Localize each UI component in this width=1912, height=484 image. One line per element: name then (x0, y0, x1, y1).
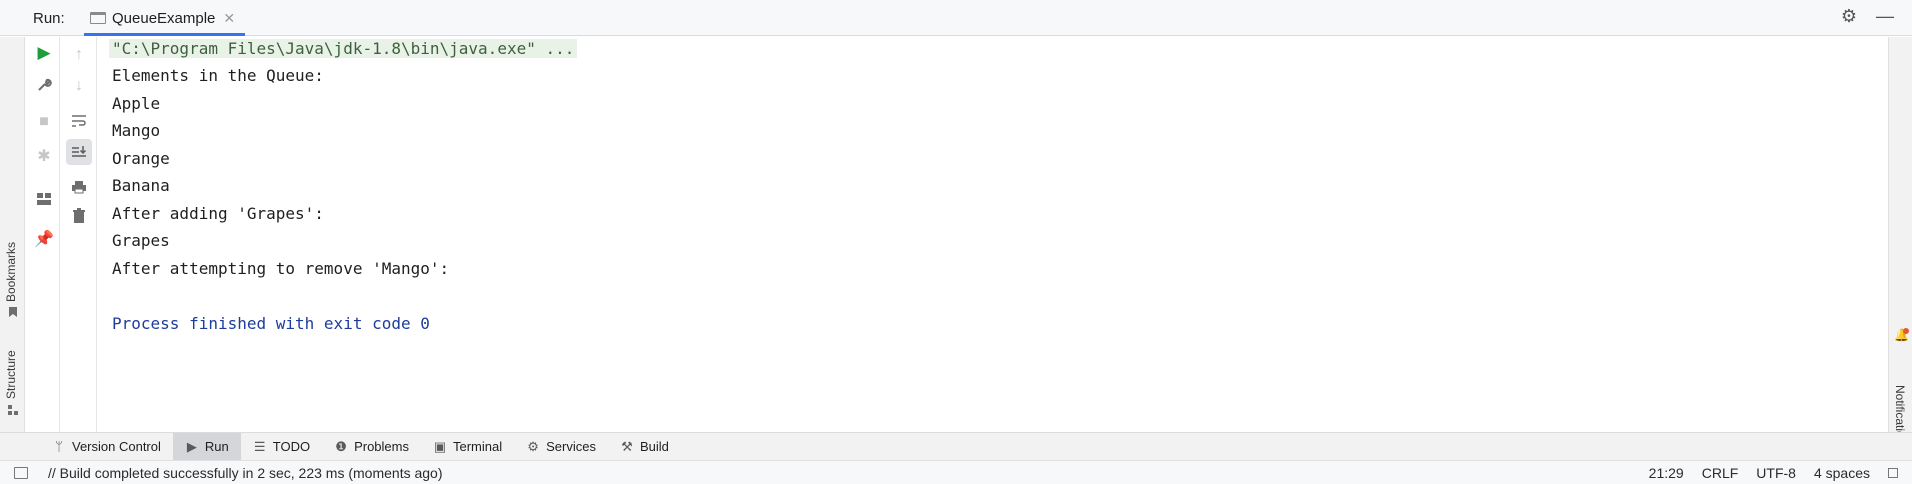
tool-window-label: TODO (272, 439, 311, 454)
tool-window-version-control[interactable]: ᛘ Version Control (40, 433, 173, 461)
tool-window-toggle-icon[interactable] (14, 466, 28, 479)
close-icon[interactable]: ✕ (223, 10, 235, 27)
left-tool-stripe: Bookmarks Structure (0, 37, 25, 432)
console-line: Apple (112, 94, 161, 113)
tab-queue-example[interactable]: QueueExample ✕ (84, 0, 246, 36)
list-icon: ☰ (253, 438, 266, 454)
status-widgets: 21:29 CRLF UTF-8 4 spaces (1649, 465, 1898, 481)
tab-label: QueueExample (112, 9, 216, 27)
tool-window-bar: ᛘ Version Control ▶ Run ☰ TODO ❶ Problem… (0, 432, 1912, 461)
tool-window-label: Terminal (453, 439, 503, 454)
bookmarks-tab[interactable]: Bookmarks (4, 242, 18, 302)
pin-icon[interactable]: 📌 (31, 226, 57, 252)
tool-window-label: Problems (354, 439, 409, 454)
stop-icon[interactable]: ■ (31, 109, 57, 135)
scroll-to-end-icon[interactable] (66, 139, 92, 165)
console-command-line: "C:\Program Files\Java\jdk-1.8\bin\java.… (109, 39, 578, 58)
caret-position[interactable]: 21:29 (1649, 465, 1684, 481)
branch-icon: ᛘ (55, 439, 63, 454)
play-icon: ▶ (186, 438, 197, 454)
file-encoding[interactable]: UTF-8 (1756, 465, 1796, 481)
tool-window-todo[interactable]: ☰ TODO (241, 433, 322, 461)
run-tool-window-header: Run: QueueExample ✕ ⚙ — (0, 0, 1912, 36)
process-finished-line: Process finished with exit code 0 (112, 314, 430, 333)
tool-window-problems[interactable]: ❶ Problems (322, 433, 421, 461)
status-message[interactable]: // Build completed successfully in 2 sec… (48, 465, 443, 481)
terminal-icon: ▣ (433, 438, 447, 454)
tool-window-label: Build (639, 439, 669, 454)
trash-icon[interactable] (66, 203, 92, 229)
arrow-down-icon[interactable]: ↓ (66, 73, 92, 99)
tool-window-build[interactable]: ⚒ Build (608, 433, 681, 461)
minimize-icon[interactable]: — (1874, 6, 1896, 27)
tool-window-run[interactable]: ▶ Run (172, 432, 241, 461)
print-icon[interactable] (66, 174, 92, 200)
console-output[interactable]: "C:\Program Files\Java\jdk-1.8\bin\java.… (98, 37, 1888, 432)
arrow-up-icon[interactable]: ↑ (66, 42, 92, 68)
console-line: After attempting to remove 'Mango': (112, 259, 450, 278)
hammer-icon: ⚒ (621, 438, 633, 454)
tool-window-services[interactable]: ⚙ Services (514, 433, 608, 461)
layout-icon[interactable] (31, 186, 57, 212)
soft-wrap-icon[interactable] (66, 108, 92, 134)
run-config-icon (90, 12, 106, 24)
tool-window-label: Run (204, 439, 229, 454)
console-line: Banana (112, 176, 170, 195)
warning-icon: ❶ (335, 438, 347, 454)
console-line: Elements in the Queue: (112, 66, 324, 85)
notification-dot (1903, 328, 1909, 334)
rerun-icon[interactable]: ▶ (31, 40, 57, 66)
status-bar: // Build completed successfully in 2 sec… (0, 460, 1912, 484)
right-tool-stripe: 🔔 Notifications (1888, 37, 1912, 450)
structure-tab[interactable]: Structure (4, 350, 18, 399)
bookmark-icon (9, 307, 17, 317)
wrench-icon[interactable] (31, 72, 57, 98)
lock-icon[interactable] (1888, 468, 1898, 478)
debug-stop-icon[interactable]: ✱ (31, 143, 57, 169)
tool-window-label: Version Control (72, 439, 161, 454)
console-actions-column: ↑ ↓ (61, 37, 97, 432)
header-actions: ⚙ — (1838, 6, 1896, 27)
run-label: Run: (33, 10, 65, 27)
run-actions-column: ▶ ■ ✱ 📌 (26, 37, 60, 432)
services-icon: ⚙ (527, 438, 539, 454)
tool-window-terminal[interactable]: ▣ Terminal (421, 433, 514, 461)
gear-icon[interactable]: ⚙ (1838, 6, 1860, 27)
console-line: After adding 'Grapes': (112, 204, 324, 223)
console-line: Mango (112, 121, 161, 140)
console-line: Orange (112, 149, 170, 168)
console-line: Grapes (112, 231, 170, 250)
indent-setting[interactable]: 4 spaces (1814, 465, 1870, 481)
tool-window-label: Services (546, 439, 596, 454)
structure-icon (8, 405, 18, 415)
line-separator[interactable]: CRLF (1702, 465, 1739, 481)
